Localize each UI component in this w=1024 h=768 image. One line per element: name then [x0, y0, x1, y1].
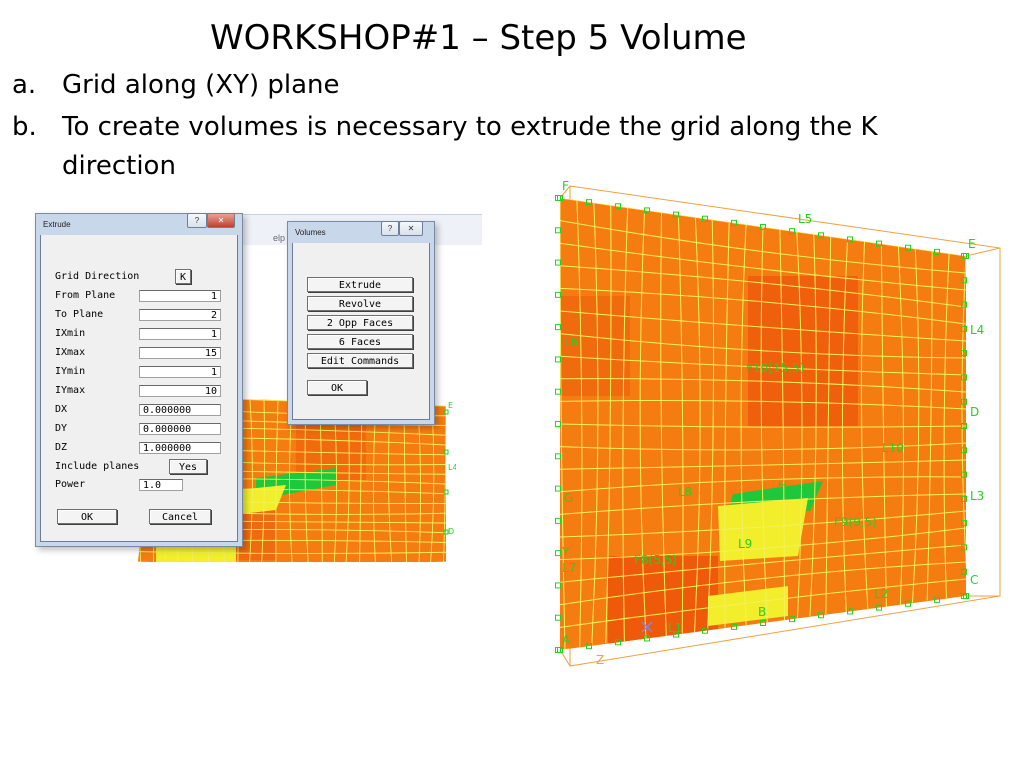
mesh-label: H: [778, 479, 787, 493]
power-field[interactable]: 1.0: [139, 479, 183, 491]
dz-label: DZ: [55, 442, 68, 453]
mesh-label: G: [564, 491, 573, 505]
volumes-dialog: Volumes ? ✕ Extrude Revolve 2 Opp Faces …: [289, 221, 433, 420]
dy-label: DY: [55, 423, 68, 434]
mesh-label: L8: [678, 485, 692, 499]
ixmin-field[interactable]: 1: [139, 328, 221, 340]
bullet-marker: a.: [12, 70, 37, 100]
mesh-label: B: [758, 605, 766, 619]
mesh-node-marker: [555, 485, 561, 492]
include-planes-label: Include planes: [55, 461, 140, 472]
mesh-grid-line: [138, 561, 446, 562]
mesh-label: Z: [596, 653, 604, 667]
iymax-label: IYmax: [55, 385, 86, 396]
extrude-dialog: Extrude ? ✕ Grid Direction K From Plane …: [37, 213, 241, 542]
dialog-title: Volumes: [295, 228, 326, 237]
mesh-node-marker: [555, 421, 561, 427]
large-mesh-view: F L5 E L4 L6 F10(15,5) D L10 G L8 H L3 F…: [555, 179, 1001, 667]
bullet-text: To create volumes is necessary to extrud…: [62, 112, 878, 142]
ixmax-field[interactable]: 15: [139, 347, 221, 359]
mesh-node-marker: [555, 291, 561, 298]
ok-button[interactable]: OK: [57, 509, 117, 524]
cancel-button[interactable]: Cancel: [149, 509, 211, 524]
mesh-node-marker: [555, 227, 561, 234]
bullet-text: Grid along (XY) plane: [62, 70, 340, 100]
extrude-button[interactable]: Extrude: [307, 277, 413, 292]
mesh-label: Y: [561, 545, 570, 559]
mesh-node-marker: [555, 582, 561, 589]
ixmax-label: IXmax: [55, 347, 86, 358]
mesh-node-marker: [555, 356, 561, 363]
mesh-label: L5: [798, 212, 812, 226]
mesh-label: F9(9,5): [834, 515, 877, 529]
mesh-node-marker: [555, 259, 561, 266]
bullet-a: a. Grid along (XY) plane: [12, 70, 340, 100]
mesh-node-marker: [555, 324, 561, 331]
mesh-label: L6: [564, 335, 578, 349]
mesh-label: E: [968, 237, 976, 251]
dy-field[interactable]: 0.000000: [139, 423, 221, 435]
two-opp-faces-button[interactable]: 2 Opp Faces: [307, 315, 413, 330]
mesh-label: F8(5,5): [634, 553, 677, 567]
help-button[interactable]: ?: [187, 213, 207, 228]
software-screenshot: elp E L4 D L3 C Extrude: [36, 210, 482, 570]
volumes-dialog-titlebar[interactable]: Volumes ? ✕: [289, 221, 433, 243]
mesh-node-marker: [555, 453, 561, 460]
iymin-field[interactable]: 1: [139, 366, 221, 378]
mesh-label: L3: [970, 489, 984, 503]
revolve-button[interactable]: Revolve: [307, 296, 413, 311]
to-plane-label: To Plane: [55, 309, 104, 320]
bullet-b: b. To create volumes is necessary to extr…: [12, 112, 878, 142]
power-label: Power: [55, 479, 86, 490]
mesh-label: F10(15,5): [746, 361, 804, 375]
grid-direction-button[interactable]: K: [175, 269, 191, 284]
grid-direction-label: Grid Direction: [55, 271, 140, 282]
mesh-label: D: [970, 405, 979, 419]
small-label: L4: [448, 463, 456, 472]
mesh-label: C: [970, 573, 978, 587]
close-button[interactable]: ✕: [399, 221, 423, 236]
from-plane-field[interactable]: 1: [139, 290, 221, 302]
dialog-title: Extrude: [43, 220, 71, 229]
mesh-node-marker: [555, 517, 561, 524]
mesh-label: A: [562, 633, 571, 647]
mesh-label: L1: [668, 621, 682, 635]
small-label: D: [448, 527, 454, 536]
small-label: E: [448, 401, 453, 410]
mesh-label: L7: [562, 561, 576, 575]
dx-field[interactable]: 0.000000: [139, 404, 221, 416]
to-plane-field[interactable]: 2: [139, 309, 221, 321]
six-faces-button[interactable]: 6 Faces: [307, 334, 413, 349]
ixmin-label: IXmin: [55, 328, 86, 339]
mesh-label: L2: [874, 587, 888, 601]
bullet-marker: b.: [12, 112, 37, 142]
slide-title: WORKSHOP#1 – Step 5 Volume: [210, 18, 747, 58]
mesh-label: L4: [970, 323, 984, 337]
mesh-node-marker: [555, 614, 561, 621]
iymax-field[interactable]: 10: [139, 385, 221, 397]
iymin-label: IYmin: [55, 366, 86, 377]
help-button[interactable]: ?: [381, 221, 399, 236]
include-planes-button[interactable]: Yes: [169, 459, 207, 474]
bullet-b-continuation: direction: [62, 151, 176, 181]
mesh-label: F: [562, 179, 569, 193]
extrude-dialog-titlebar[interactable]: Extrude ? ✕: [37, 213, 241, 235]
mesh-node-marker: [555, 550, 561, 557]
menu-fragment: elp: [273, 233, 286, 243]
mesh-label: L9: [738, 537, 752, 551]
mesh-node-marker: [555, 388, 561, 395]
close-button[interactable]: ✕: [207, 213, 235, 228]
dx-label: DX: [55, 404, 68, 415]
dz-field[interactable]: 1.000000: [139, 442, 221, 454]
mesh-label: L10: [882, 441, 904, 455]
from-plane-label: From Plane: [55, 290, 116, 301]
edit-commands-button[interactable]: Edit Commands: [307, 353, 413, 368]
ok-button[interactable]: OK: [307, 380, 367, 395]
